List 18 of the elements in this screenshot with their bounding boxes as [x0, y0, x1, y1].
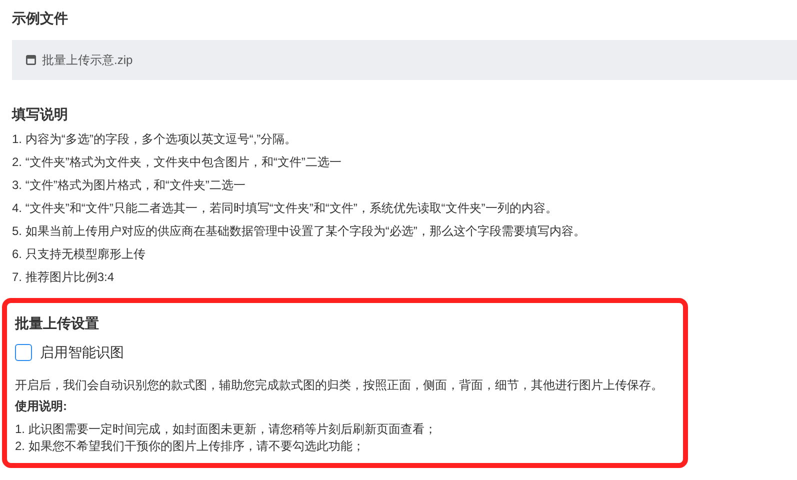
- checkbox-label: 启用智能识图: [40, 343, 124, 362]
- description-text: 开启后，我们会自动识别您的款式图，辅助您完成款式图的归类，按照正面，侧面，背面，细节，其他进行图片上传保存。: [15, 377, 664, 393]
- instruction-text: 7. 推荐图片比例3:4: [12, 269, 116, 285]
- usage-text: 1. 此识图需要一定时间完成，如封面图未更新，请您稍等片刻后刷新页面查看；: [15, 421, 438, 438]
- instruction-text: 2. “文件夹”格式为文件夹，文件夹中包含图片，和“文件”二选一: [12, 154, 342, 170]
- usage-text: 2. 如果您不希望我们干预你的图片上传排序，请不要勾选此功能；: [15, 438, 366, 455]
- section-title: 批量上传设置: [15, 314, 100, 333]
- instruction-text: 5. 如果当前上传用户对应的供应商在基础数据管理中设置了某个字段为“必选”，那么这个字段需要填写内容。: [12, 223, 586, 239]
- file-link[interactable]: 批量上传示意.zip: [42, 51, 133, 69]
- instruction-text: 6. 只支持无模型廓形上传: [12, 246, 146, 262]
- instruction-text: 3. “文件”格式为图片格式，和“文件夹”二选一: [12, 177, 246, 193]
- archive-icon: [26, 55, 36, 65]
- instruction-text: 1. 内容为“多选”的字段，多个选项以英文逗号“,”分隔。: [12, 131, 298, 147]
- section-title: 示例文件: [12, 9, 69, 28]
- usage-title: 使用说明:: [15, 398, 68, 414]
- checkbox[interactable]: [15, 344, 32, 361]
- section-title: 填写说明: [12, 105, 69, 124]
- instruction-text: 4. “文件夹”和“文件”只能二者选其一，若同时填写“文件夹”和“文件”，系统优先读取“文件夹”一列的内容。: [12, 200, 558, 216]
